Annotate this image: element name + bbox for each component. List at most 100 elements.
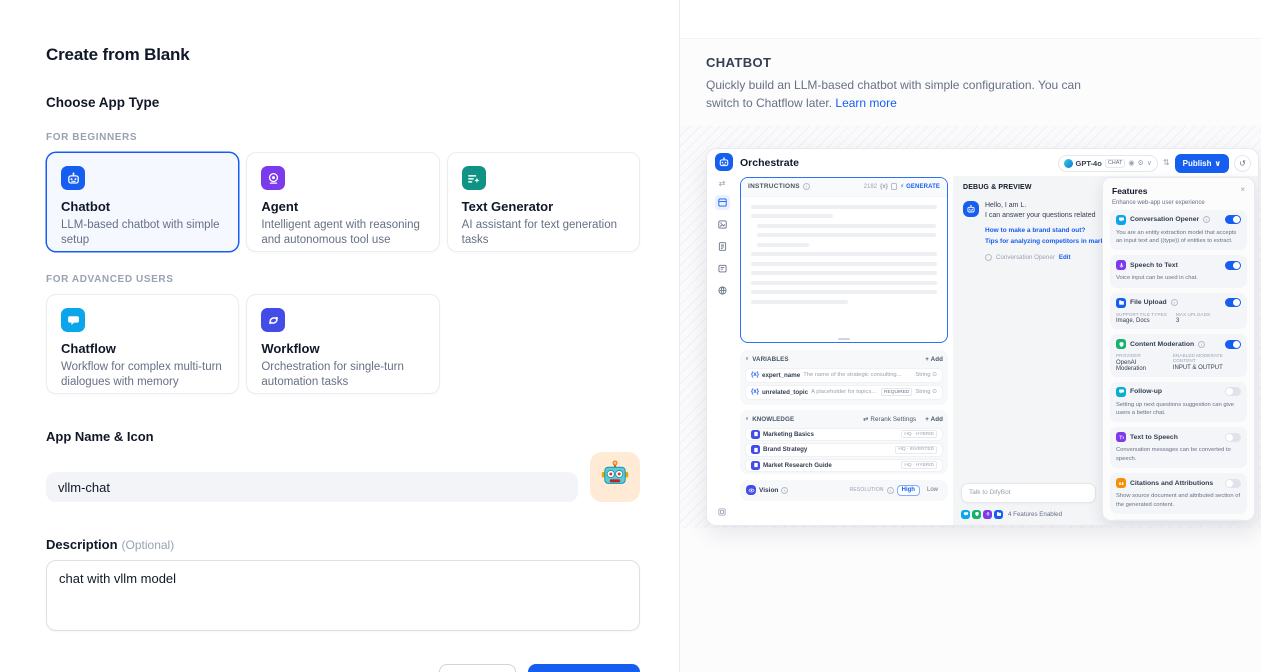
knowledge-name: Marketing Basics	[763, 431, 814, 438]
app-type-description: Intelligent agent with reasoning and aut…	[261, 218, 424, 247]
resolution-low-option: Low	[923, 486, 942, 495]
model-selector: GPT-4o CHAT ◉ ⚙ ∨	[1058, 155, 1158, 172]
description-textarea[interactable]: chat with vllm model	[46, 560, 640, 631]
app-type-card-workflow[interactable]: Workflow Orchestration for single-turn au…	[246, 294, 439, 394]
feature-toggle	[1225, 433, 1241, 442]
history-icon: ↺	[1234, 155, 1251, 172]
features-panel: Features × Enhance web-app user experien…	[1102, 177, 1255, 521]
feature-meta-label: MAX UPLOADS	[1176, 312, 1210, 317]
create-button[interactable]: Create ⌘ ↵	[528, 664, 640, 672]
feature-meta-value: OpenAI Moderation	[1116, 360, 1164, 372]
variable-row: {x}expert_nameThe name of the strategic …	[745, 368, 943, 383]
knowledge-panel: ∨ KNOWLEDGE ⇄Rerank Settings + Add Marke…	[740, 410, 948, 474]
app-name-input[interactable]	[46, 472, 578, 502]
feature-toggle	[1225, 215, 1241, 224]
feature-meta: MAX UPLOADS3	[1176, 312, 1210, 325]
preview-app-title: Orchestrate	[740, 157, 799, 169]
chevron-down-icon: ∨	[1147, 160, 1152, 167]
chevron-down-icon: ∨	[1215, 159, 1222, 168]
opener-mini-icon	[961, 510, 970, 519]
skeleton-line	[751, 281, 937, 285]
skeleton-line	[751, 214, 833, 218]
folder-icon	[1116, 298, 1126, 308]
variables-panel: ∨ VARIABLES + Add {x}expert_nameThe name…	[740, 350, 948, 405]
app-type-description: AI assistant for text generation tasks	[462, 218, 625, 247]
feature-meta-label: PROVIDER	[1116, 353, 1164, 358]
app-type-card-chatflow[interactable]: ChatflowWorkflow for complex multi-turn …	[46, 294, 239, 394]
feature-toggle	[1225, 387, 1241, 396]
moderation-mini-icon	[972, 510, 981, 519]
app-type-description: LLM-based chatbot with simple setup	[61, 218, 224, 247]
document-panel-icon	[715, 239, 730, 254]
info-icon: i	[803, 183, 810, 190]
skeleton-line	[757, 233, 936, 237]
suggestion-link: How to make a brand stand out?	[985, 227, 1085, 234]
feature-name: File Upload	[1130, 299, 1167, 306]
info-icon: i	[781, 487, 788, 494]
app-name-row	[46, 452, 640, 502]
cancel-button[interactable]: Cancel	[439, 664, 516, 672]
feature-toggle	[1225, 340, 1241, 349]
feature-toggle	[1225, 479, 1241, 488]
app-icon-picker[interactable]	[590, 452, 640, 502]
gear-icon	[985, 254, 992, 261]
feature-description: You are an entity extraction model that …	[1116, 229, 1241, 246]
rerank-settings-button: ⇄Rerank Settings	[863, 416, 916, 423]
tts-icon	[1116, 432, 1126, 442]
feature-card-conversation-opener: Conversation OpeneriYou are an entity ex…	[1110, 210, 1247, 251]
variable-insert-icon: {x}	[880, 184, 888, 190]
resolution-high-option: High	[897, 485, 920, 496]
quote-icon	[1116, 478, 1126, 488]
web-panel-icon	[715, 283, 730, 298]
model-logo-icon	[1064, 159, 1073, 168]
for-advanced-users-label: FOR ADVANCED USERS	[46, 274, 640, 285]
knowledge-row: Brand StrategyHQ · INVERTED	[745, 443, 943, 457]
preview-image: Orchestrate GPT-4o CHAT ◉ ⚙ ∨ ⇅ Publish∨	[706, 148, 1259, 526]
chatflow-icon	[1116, 215, 1126, 225]
feature-card-content-moderation: Content Moderation i PROVIDER OpenAI Modera…	[1110, 334, 1247, 377]
feature-meta-label: ENABLED MODERATE CONTENT	[1173, 353, 1241, 363]
skeleton-line	[751, 252, 937, 256]
preview-band: Orchestrate GPT-4o CHAT ◉ ⚙ ∨ ⇅ Publish∨	[680, 126, 1261, 528]
edit-opener-link: Edit	[1059, 254, 1071, 261]
image-panel-icon	[715, 217, 730, 232]
notes-panel-icon	[715, 261, 730, 276]
info-icon: i	[887, 487, 894, 494]
token-count: 2182	[864, 184, 877, 190]
beginner-app-type-cards: Chatbot LLM-based chatbot with simple set…	[46, 152, 640, 252]
variable-type: String ⊙	[915, 372, 937, 378]
app-type-name: Chatbot	[61, 199, 224, 214]
feature-meta-value: INPUT & OUTPUT	[1173, 365, 1241, 371]
app-type-card-agent[interactable]: AgentIntelligent agent with reasoning an…	[246, 152, 439, 252]
robot-icon	[61, 166, 85, 190]
add-knowledge-button: + Add	[925, 416, 943, 423]
feature-meta: SUPPORT FILE TYPESImage, Docs	[1116, 312, 1167, 325]
workflow-icon	[261, 308, 285, 332]
app-type-card-text-generator[interactable]: Text GeneratorAI assistant for text gene…	[447, 152, 640, 252]
description-label: Description(Optional)	[46, 537, 640, 552]
add-variable-button: + Add	[925, 356, 943, 363]
feature-name: Conversation Opener	[1130, 216, 1199, 223]
prompt-panel-icon	[715, 195, 730, 210]
skeleton-line	[751, 262, 937, 266]
feature-name: Citations and Attributions	[1130, 480, 1213, 487]
learn-more-link[interactable]: Learn more	[835, 96, 896, 110]
app-type-card-chatbot[interactable]: Chatbot LLM-based chatbot with simple set…	[46, 152, 239, 252]
app-type-name: Workflow	[261, 341, 424, 356]
feature-name: Content Moderation	[1130, 341, 1194, 348]
variable-icon: {x}	[751, 372, 759, 378]
variable-row: {x}unrelated_topicA placeholder for topi…	[745, 385, 943, 400]
feature-name: Follow-up	[1130, 388, 1162, 395]
info-icon: i	[1198, 341, 1205, 348]
feature-card-citations-and-attributions: Citations and AttributionsShow source do…	[1110, 473, 1247, 514]
variable-description: A placeholder for topics...	[811, 389, 878, 395]
suggestion-link: Tips for analyzing competitors in market	[985, 238, 1110, 245]
app-type-detail-panel: CHATBOT Quickly build an LLM-based chatb…	[679, 0, 1261, 672]
detail-heading: CHATBOT	[706, 55, 1235, 70]
settings-glyph-icon: ⚙	[1138, 160, 1144, 167]
feature-description: Voice input can be used in chat.	[1116, 274, 1241, 282]
feature-meta-value: 3	[1176, 318, 1210, 324]
variable-name: unrelated_topic	[762, 389, 808, 396]
app-type-description: Orchestration for single-turn automation…	[261, 360, 424, 389]
required-badge: REQUIRED	[881, 388, 912, 396]
